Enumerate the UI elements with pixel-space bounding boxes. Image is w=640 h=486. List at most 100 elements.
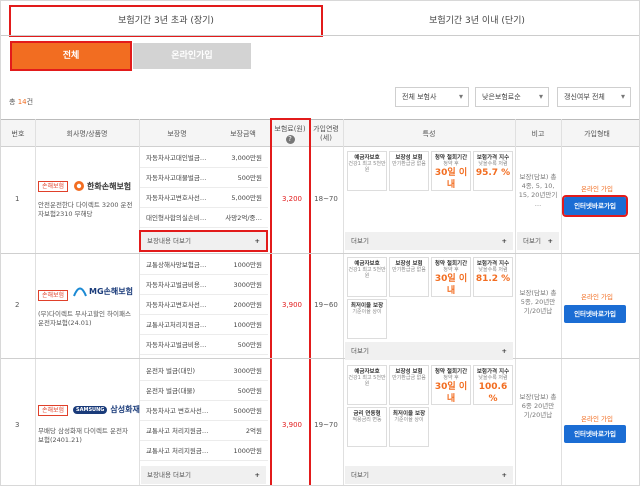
coverage-amount: 3,000만원	[231, 154, 262, 162]
coverage-name: 교통사고 처리지원금…	[146, 427, 209, 435]
subtab-all[interactable]: 전체	[10, 41, 132, 71]
product-name[interactable]: (무)다이렉트 무사고할인 하이패스 운전자보험(24.01)	[38, 310, 133, 328]
feature-more-button[interactable]: 더보기 +	[345, 342, 513, 360]
feature-more-label: 더보기	[351, 237, 369, 245]
online-join-button[interactable]: 인터넷바로가입	[564, 425, 626, 443]
th-note: 비고	[531, 129, 545, 138]
feature-value: 30일 이내	[434, 382, 468, 404]
th-age: 가입연령(세)	[313, 125, 339, 142]
product-name[interactable]: 안전운전한다 다이렉트 3200 운전자보험2310 무해당	[38, 201, 133, 219]
premium-value: 3,200	[281, 195, 303, 203]
tab-divider	[1, 35, 639, 36]
th-join: 가입형태	[584, 129, 610, 138]
coverage-name: 교통사고 처리지원금…	[146, 447, 209, 455]
feature-value: 100.6 %	[478, 382, 508, 404]
plus-icon: +	[501, 347, 507, 355]
feature-value: 81.2 %	[475, 274, 511, 284]
coverage-more-button[interactable]: 보장내용 더보기 +	[139, 230, 268, 252]
coverage-more-label: 보장내용 더보기	[147, 237, 191, 245]
coverage-amount: 1000만원	[233, 321, 262, 329]
join-type: 온라인 가입	[581, 293, 613, 301]
insurer-type-badge: 손해보험	[38, 405, 69, 416]
renewal-select[interactable]: 갱신여부 전체	[557, 87, 631, 107]
note-text: 보장(담보) 총 6종 20년만기/20년납	[519, 393, 557, 419]
coverage-item: 자동차사고변호사선… 2000만원	[140, 295, 268, 315]
tab-long-term[interactable]: 보험기간 3년 초과 (장기)	[9, 5, 323, 37]
online-join-button[interactable]: 인터넷바로가입	[562, 195, 628, 217]
age-range: 19~70	[314, 421, 338, 429]
plus-icon: +	[254, 471, 260, 479]
premium-value: 3,900	[281, 301, 303, 309]
company-logo: MG손해보험	[73, 285, 133, 297]
plus-icon: +	[254, 237, 260, 245]
th-no: 번호	[11, 129, 25, 138]
feature-value: 95.7 %	[475, 168, 511, 178]
feature-deposit-protection: 예금자보호 건강1 최고 5천만원	[347, 151, 387, 191]
online-join-button[interactable]: 인터넷바로가입	[564, 305, 626, 323]
help-icon[interactable]: ?	[285, 134, 295, 144]
coverage-amount: 3000만원	[233, 367, 262, 375]
result-count: 총 14건	[9, 97, 33, 107]
coverage-item: 교통사고 처리지원금… 1000만원	[140, 441, 268, 461]
note-more-label: 더보기	[523, 237, 541, 245]
coverage-item: 자동차사고 변호사선… 5000만원	[140, 401, 268, 421]
feature-withdrawal-period: 청약 철회기간 청약 후 30일 이내	[431, 365, 471, 405]
feature-more-label: 더보기	[351, 347, 369, 355]
coverage-amount: 5000만원	[233, 407, 262, 415]
coverage-name: 운전자 벌금(대물)	[146, 387, 195, 395]
hanwha-logo-icon	[74, 181, 84, 191]
coverage-amount: 사망2억/중…	[225, 214, 262, 222]
feature-sub: 만기환급금 없음	[392, 375, 426, 381]
coverage-item: 교통사고처리지원금… 1000만원	[140, 315, 268, 335]
premium-value: 3,900	[281, 421, 303, 429]
coverage-name: 자동차사고 변호사선…	[146, 407, 209, 415]
coverage-amount: 2억원	[245, 427, 262, 435]
row-number: 3	[15, 421, 20, 429]
coverage-more-button[interactable]: 보장내용 더보기 +	[141, 466, 266, 484]
feature-sub: 만기환급금 없음	[392, 161, 426, 167]
coverage-name: 교통사고처리지원금…	[146, 321, 207, 329]
count-suffix: 건	[26, 98, 34, 106]
company-name: MG손해보험	[89, 286, 133, 296]
join-type: 온라인 가입	[581, 415, 613, 423]
feature-sub: 적용금리 변동	[352, 417, 382, 423]
coverage-name: 자동차사고벌금비용…	[146, 281, 207, 289]
feature-price-index: 보험가격 지수 낮을수록 저렴 100.6 %	[473, 365, 513, 405]
feature-min-rate: 최저이율 보장 기준이율 상이	[389, 407, 429, 447]
samsung-logo-icon: SAMSUNG	[73, 405, 108, 414]
feature-deposit-protection: 예금자보호 건강1 최고 5천만원	[347, 257, 387, 297]
coverage-item: 자동차사고대물벌금… 500만원	[140, 168, 268, 188]
coverage-name: 자동차사고대물벌금…	[146, 174, 207, 182]
coverage-item: 운전자 벌금(대물) 500만원	[140, 381, 268, 401]
plus-icon: +	[501, 471, 507, 479]
feature-floating-rate: 금리 연동형 적용금리 변동	[347, 407, 387, 447]
coverage-amount: 3000만원	[233, 281, 262, 289]
coverage-name: 자동차사고변호사선…	[146, 194, 207, 202]
subtab-online[interactable]: 온라인가입	[133, 43, 251, 69]
feature-more-button[interactable]: 더보기 +	[345, 466, 513, 484]
th-amount: 보장금액	[230, 129, 256, 138]
age-range: 18~70	[314, 195, 338, 203]
feature-sub: 건강1 최고 5천만원	[348, 267, 386, 279]
insurer-select[interactable]: 전체 보험사	[395, 87, 469, 107]
coverage-name: 운전자 벌금(대인)	[146, 367, 195, 375]
feature-more-label: 더보기	[351, 471, 369, 479]
coverage-amount: 1000만원	[233, 261, 262, 269]
company-logo: SAMSUNG 삼성화재	[73, 404, 140, 415]
sort-select[interactable]: 낮은보험료순	[475, 87, 549, 107]
coverage-name: 자동차사고대인벌금…	[146, 154, 207, 162]
note-more-button[interactable]: 더보기 +	[517, 232, 559, 250]
feature-value: 30일 이내	[434, 274, 468, 296]
row-number: 1	[15, 195, 20, 203]
coverage-amount: 1000만원	[233, 447, 262, 455]
feature-value: 30일 이내	[434, 168, 468, 190]
product-name[interactable]: 무배당 삼성화재 다이렉트 운전자보험(2401.21)	[38, 427, 133, 445]
th-features: 특성	[422, 129, 436, 138]
age-range: 19~60	[314, 301, 338, 309]
join-type: 온라인 가입	[581, 185, 613, 193]
tab-short-term[interactable]: 보험기간 3년 이내 (단기)	[323, 7, 631, 35]
feature-more-button[interactable]: 더보기 +	[345, 232, 513, 250]
note-text: 보장(담보) 총 4종, 5, 10, 15, 20년만기 …	[518, 173, 558, 208]
count-number: 14	[17, 98, 27, 106]
feature-sub: 건강1 최고 5천만원	[348, 161, 386, 173]
